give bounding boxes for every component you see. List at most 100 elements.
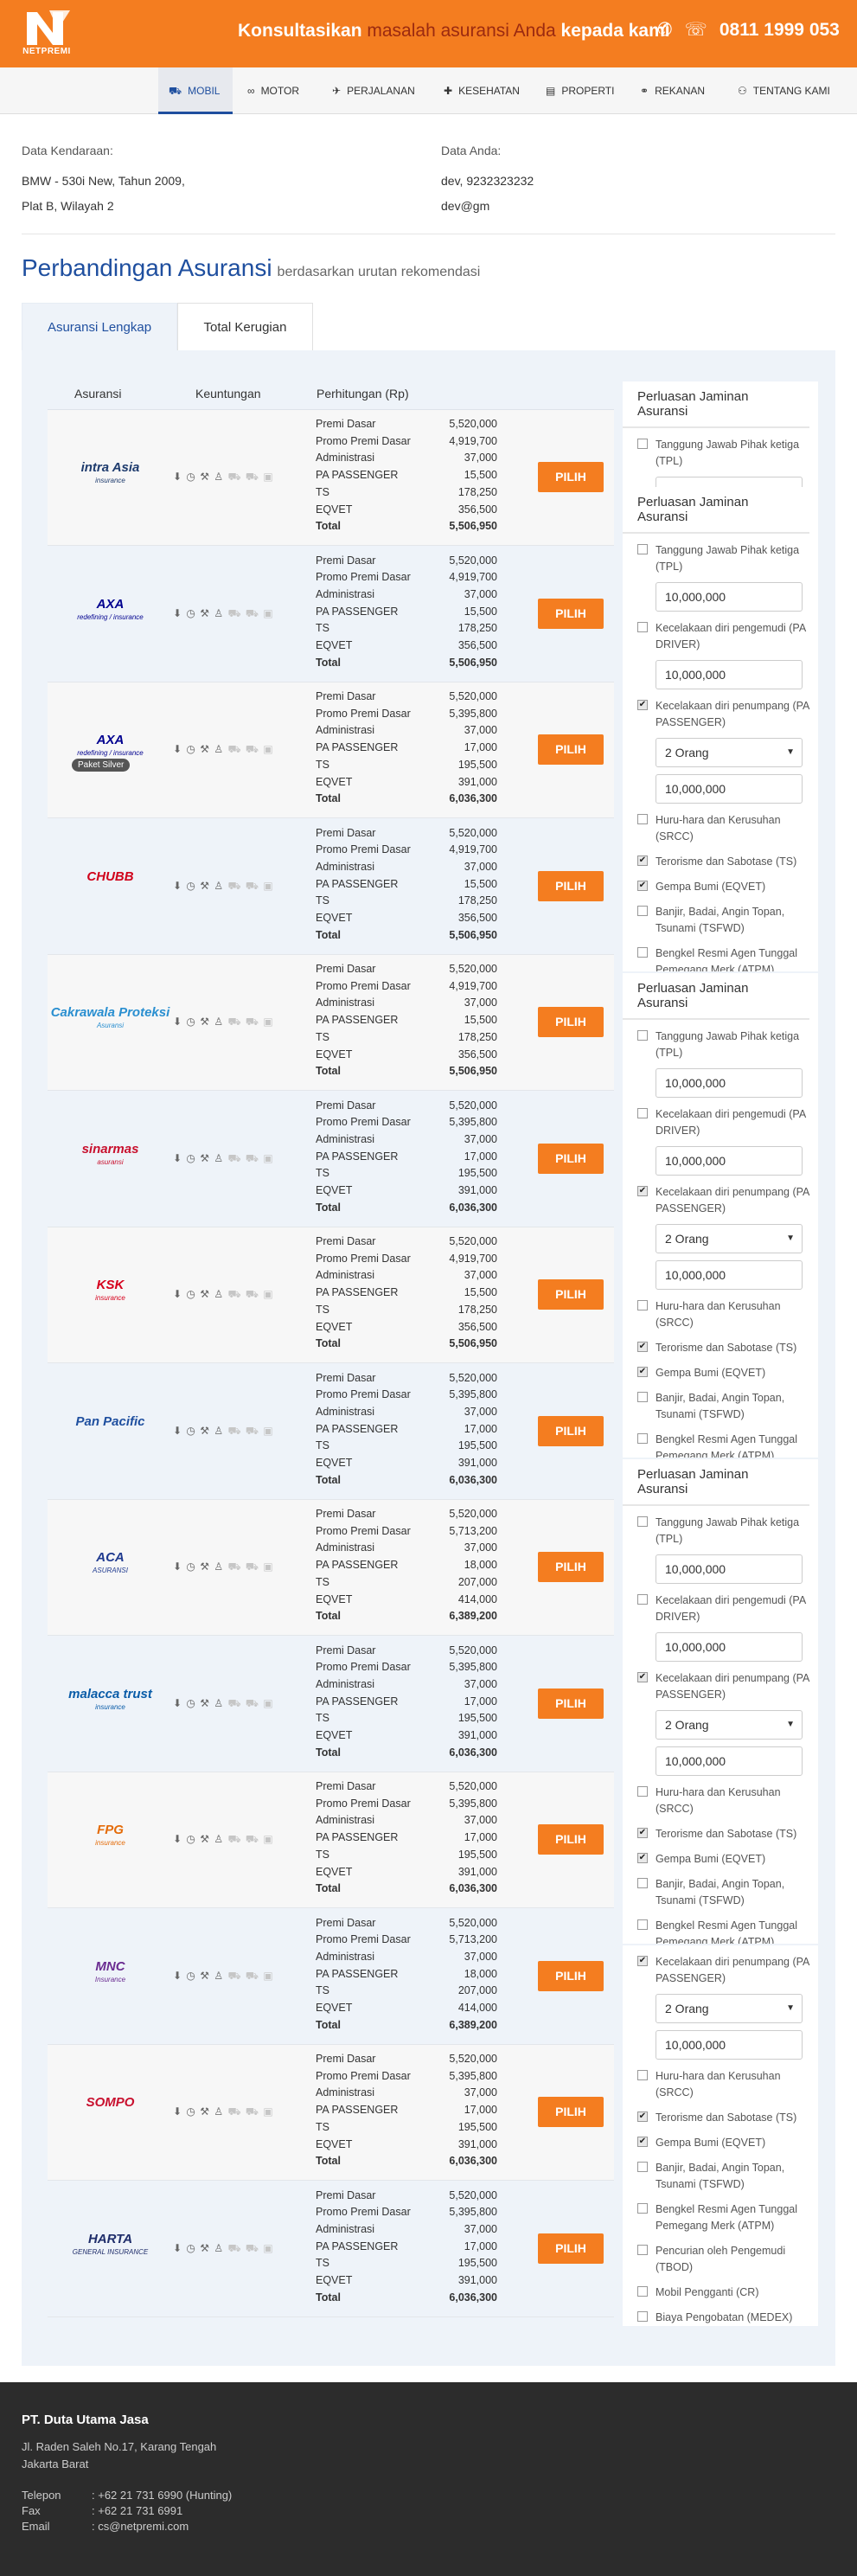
checkbox[interactable]: [637, 906, 648, 916]
option-medex[interactable]: Biaya Pengobatan (MEDEX): [623, 2310, 818, 2326]
checkbox[interactable]: [637, 2311, 648, 2322]
checkbox[interactable]: [637, 814, 648, 824]
select-pa_passenger_count[interactable]: 2 Orang ▼: [656, 738, 803, 767]
footer-email[interactable]: : cs@netpremi.com: [92, 2520, 189, 2533]
download-icon[interactable]: ⬇: [173, 743, 182, 755]
input-tpl_value[interactable]: 10,000,000: [656, 1068, 803, 1098]
download-icon[interactable]: ⬇: [173, 607, 182, 619]
download-icon[interactable]: ⬇: [173, 1560, 182, 1573]
download-icon[interactable]: ⬇: [173, 1970, 182, 1982]
checkbox[interactable]: [637, 544, 648, 554]
nav-item-properti[interactable]: ▤ PROPERTI: [546, 67, 614, 114]
checkbox[interactable]: ✔: [637, 855, 648, 866]
checkbox[interactable]: [637, 2203, 648, 2214]
select-pa_passenger_count[interactable]: 2 Orang ▼: [656, 1710, 803, 1740]
option-atpm[interactable]: Bengkel Resmi Agen Tunggal Pemegang Merk…: [623, 945, 818, 971]
download-icon[interactable]: ⬇: [173, 1697, 182, 1709]
input-pa_passenger_value[interactable]: 10,000,000: [656, 774, 803, 804]
checkbox[interactable]: ✔: [637, 2111, 648, 2122]
download-icon[interactable]: ⬇: [173, 1152, 182, 1164]
checkbox[interactable]: ✔: [637, 1828, 648, 1838]
download-icon[interactable]: ⬇: [173, 880, 182, 892]
checkbox[interactable]: [637, 2162, 648, 2172]
download-icon[interactable]: ⬇: [173, 2242, 182, 2254]
option-ts[interactable]: ✔ Terorisme dan Sabotase (TS): [623, 854, 818, 870]
tab-asuransi-lengkap[interactable]: Asuransi Lengkap: [22, 303, 177, 351]
option-pa_passenger[interactable]: ✔ Kecelakaan diri penumpang (PA PASSENGER…: [623, 1954, 818, 1987]
pilih-button[interactable]: PILIH: [538, 1415, 604, 1446]
footer-phone[interactable]: : +62 21 731 6990 (Hunting): [92, 2489, 232, 2502]
nav-item-perjalanan[interactable]: ✈ PERJALANAN: [332, 67, 415, 114]
pilih-button[interactable]: PILIH: [538, 1143, 604, 1174]
checkbox[interactable]: [637, 1516, 648, 1527]
pilih-button[interactable]: PILIH: [538, 1688, 604, 1719]
option-eqvet[interactable]: ✔ Gempa Bumi (EQVET): [623, 879, 818, 895]
select-pa_passenger_count[interactable]: 2 Orang ▼: [656, 1994, 803, 2023]
option-srcc[interactable]: Huru-hara dan Kerusuhan (SRCC): [623, 812, 818, 845]
checkbox[interactable]: [637, 1392, 648, 1402]
checkbox[interactable]: [637, 439, 648, 449]
checkbox[interactable]: [637, 1786, 648, 1797]
option-ts[interactable]: ✔ Terorisme dan Sabotase (TS): [623, 2110, 818, 2126]
option-tbod[interactable]: Pencurian oleh Pengemudi (TBOD): [623, 2243, 818, 2276]
pilih-button[interactable]: PILIH: [538, 598, 604, 629]
option-atpm[interactable]: Bengkel Resmi Agen Tunggal Pemegang Merk…: [623, 1432, 818, 1458]
option-pa_passenger[interactable]: ✔ Kecelakaan diri penumpang (PA PASSENGER…: [623, 698, 818, 731]
option-pa_driver[interactable]: Kecelakaan diri pengemudi (PA DRIVER): [623, 620, 818, 653]
option-srcc[interactable]: Huru-hara dan Kerusuhan (SRCC): [623, 1785, 818, 1817]
checkbox[interactable]: [637, 2245, 648, 2255]
checkbox[interactable]: [637, 2286, 648, 2297]
nav-item-motor[interactable]: ∞ MOTOR: [247, 67, 299, 114]
checkbox[interactable]: ✔: [637, 1342, 648, 1352]
input-pa_driver_value[interactable]: 10,000,000: [656, 1632, 803, 1662]
download-icon[interactable]: ⬇: [173, 471, 182, 483]
option-pa_driver[interactable]: Kecelakaan diri pengemudi (PA DRIVER): [623, 1592, 818, 1625]
option-pa_passenger[interactable]: ✔ Kecelakaan diri penumpang (PA PASSENGER…: [623, 1184, 818, 1217]
checkbox[interactable]: [637, 1919, 648, 1930]
input-tpl_value[interactable]: 10,000,000: [656, 477, 803, 487]
option-eqvet[interactable]: ✔ Gempa Bumi (EQVET): [623, 1365, 818, 1381]
checkbox[interactable]: [637, 1433, 648, 1444]
whatsapp-icon[interactable]: ✆: [657, 20, 673, 40]
option-cr[interactable]: Mobil Pengganti (CR): [623, 2284, 818, 2301]
nav-item-mobil[interactable]: ⛟ MOBIL: [158, 67, 233, 114]
download-icon[interactable]: ⬇: [173, 1016, 182, 1028]
download-icon[interactable]: ⬇: [173, 1425, 182, 1437]
select-pa_passenger_count[interactable]: 2 Orang ▼: [656, 1224, 803, 1253]
pilih-button[interactable]: PILIH: [538, 1552, 604, 1582]
input-tpl_value[interactable]: 10,000,000: [656, 1554, 803, 1584]
nav-item-tentang-kami[interactable]: ⚇ TENTANG KAMI: [738, 67, 830, 114]
option-tsfwd[interactable]: Banjir, Badai, Angin Topan, Tsunami (TSF…: [623, 1876, 818, 1909]
option-ts[interactable]: ✔ Terorisme dan Sabotase (TS): [623, 1826, 818, 1842]
option-tpl[interactable]: Tanggung Jawab Pihak ketiga (TPL): [623, 1515, 818, 1548]
pilih-button[interactable]: PILIH: [538, 1824, 604, 1855]
option-tpl[interactable]: Tanggung Jawab Pihak ketiga (TPL): [623, 437, 818, 470]
checkbox[interactable]: [637, 947, 648, 958]
input-pa_driver_value[interactable]: 10,000,000: [656, 660, 803, 689]
input-pa_passenger_value[interactable]: 10,000,000: [656, 1260, 803, 1290]
input-pa_passenger_value[interactable]: 10,000,000: [656, 1746, 803, 1776]
checkbox[interactable]: ✔: [637, 1956, 648, 1966]
pilih-button[interactable]: PILIH: [538, 2097, 604, 2127]
pilih-button[interactable]: PILIH: [538, 2233, 604, 2264]
option-pa_driver[interactable]: Kecelakaan diri pengemudi (PA DRIVER): [623, 1106, 818, 1139]
option-atpm[interactable]: Bengkel Resmi Agen Tunggal Pemegang Merk…: [623, 2201, 818, 2234]
checkbox[interactable]: [637, 622, 648, 632]
option-pa_passenger[interactable]: ✔ Kecelakaan diri penumpang (PA PASSENGER…: [623, 1670, 818, 1703]
pilih-button[interactable]: PILIH: [538, 1007, 604, 1037]
pilih-button[interactable]: PILIH: [538, 1960, 604, 1991]
pilih-button[interactable]: PILIH: [538, 462, 604, 492]
checkbox[interactable]: [637, 1108, 648, 1118]
pilih-button[interactable]: PILIH: [538, 870, 604, 901]
option-tsfwd[interactable]: Banjir, Badai, Angin Topan, Tsunami (TSF…: [623, 904, 818, 937]
option-tpl[interactable]: Tanggung Jawab Pihak ketiga (TPL): [623, 542, 818, 575]
option-atpm[interactable]: Bengkel Resmi Agen Tunggal Pemegang Merk…: [623, 1918, 818, 1944]
download-icon[interactable]: ⬇: [173, 1288, 182, 1300]
checkbox[interactable]: [637, 1878, 648, 1888]
option-srcc[interactable]: Huru-hara dan Kerusuhan (SRCC): [623, 1298, 818, 1331]
option-eqvet[interactable]: ✔ Gempa Bumi (EQVET): [623, 1851, 818, 1868]
checkbox[interactable]: [637, 1300, 648, 1310]
checkbox[interactable]: ✔: [637, 1186, 648, 1196]
download-icon[interactable]: ⬇: [173, 2105, 182, 2118]
tab-total-kerugian[interactable]: Total Kerugian: [177, 303, 313, 351]
